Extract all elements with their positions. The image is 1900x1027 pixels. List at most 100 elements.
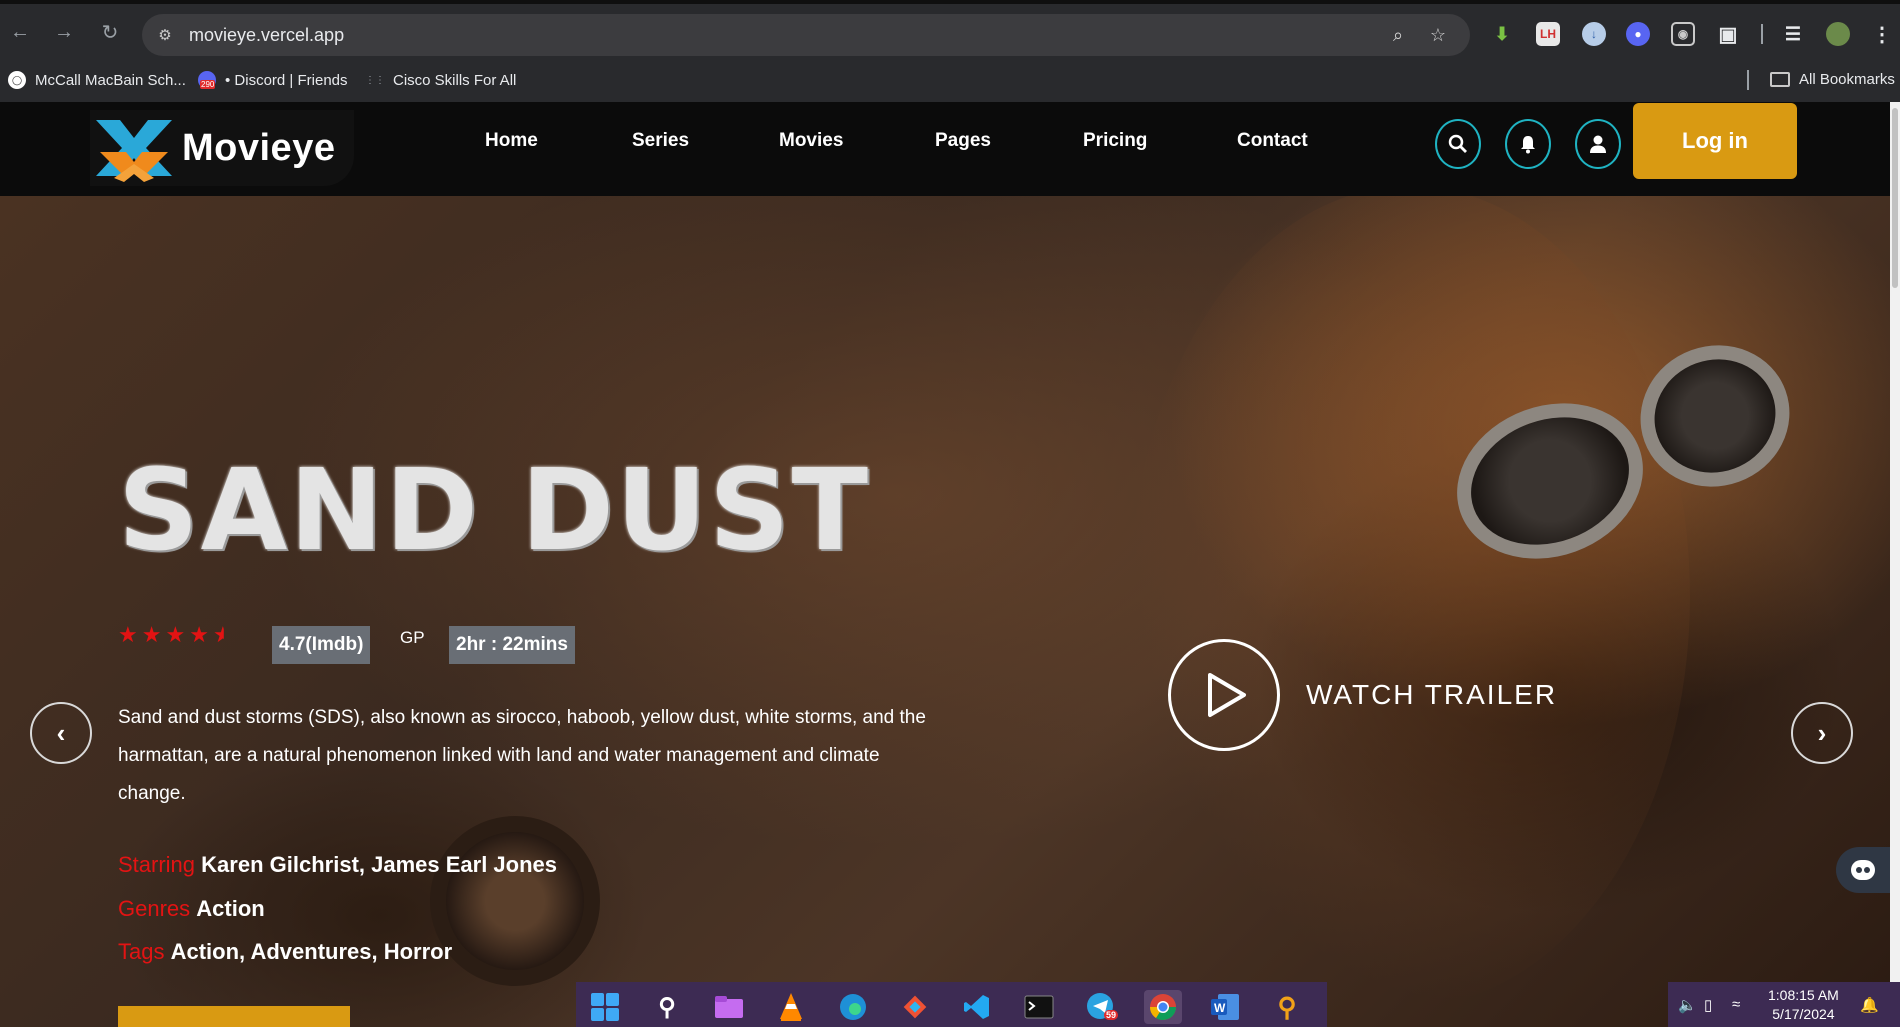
everything-search-icon[interactable]: ⚲ [1268,990,1306,1024]
toolbar-separator [1761,24,1763,44]
clock[interactable]: 1:08:15 AM 5/17/2024 [1768,986,1839,1024]
back-icon[interactable]: ← [6,18,34,46]
hero-cta-button[interactable] [118,1006,350,1027]
search-taskbar-icon[interactable]: ⚲ [648,990,686,1024]
folder-icon [1770,72,1790,87]
chevron-right-icon: › [1817,717,1827,748]
scrollbar-thumb[interactable] [1892,108,1898,288]
nav-pages[interactable]: Pages [935,130,991,152]
browser-menu-icon[interactable]: ⋮ [1870,22,1894,46]
bookmark-label: McCall MacBain Sch... [35,71,186,89]
download-manager-extension-icon[interactable]: ↓ [1582,22,1606,46]
vscode-icon[interactable] [958,990,996,1024]
reading-list-icon[interactable]: ☰ [1781,22,1805,46]
background-figure [1130,196,1690,1006]
url-text[interactable]: movieye.vercel.app [189,25,344,46]
browser-toolbar: ← → ↻ ⚙ movieye.vercel.app ⌕ ☆ ⬇ LH ↓ ● … [0,4,1900,60]
address-bar[interactable]: ⚙ movieye.vercel.app ⌕ ☆ [142,14,1470,56]
all-bookmarks-label: All Bookmarks [1799,71,1895,88]
star-rating: ★ ★ ★ ★ ★ [118,624,233,646]
star-icon: ★ [141,622,162,647]
play-trailer-button[interactable] [1168,639,1280,751]
discord-extension-icon[interactable]: ● [1626,22,1650,46]
play-icon [1208,673,1246,717]
bookmark-label: • Discord | Friends [225,71,348,89]
bookmarks-bar: ◯ McCall MacBain Sch... 290 • Discord | … [0,60,1900,102]
background-goggle-bottom [430,816,600,986]
chat-widget-button[interactable] [1836,847,1890,893]
starring-value: Karen Gilchrist, James Earl Jones [201,852,558,877]
nav-contact[interactable]: Contact [1237,130,1308,152]
notification-center-icon[interactable]: 🔔 [1860,996,1879,1014]
watch-trailer-label[interactable]: WATCH TRAILER [1306,679,1557,711]
user-icon [1590,135,1606,153]
slider-next-button[interactable]: › [1791,702,1853,764]
edge-icon[interactable] [834,990,872,1024]
bookmark-discord[interactable]: 290 • Discord | Friends [198,71,348,89]
star-icon: ★ [118,622,138,647]
bookmark-cisco[interactable]: ⋮⋮ Cisco Skills For All [365,71,517,89]
chat-bot-icon [1851,860,1875,880]
genres-label: Genres [118,896,191,921]
lighthouse-label: LH [1540,27,1556,41]
profile-avatar[interactable] [1826,22,1850,46]
imdb-badge: 4.7(Imdb) [272,626,371,664]
telegram-icon[interactable]: 59 [1082,990,1120,1024]
camera-extension-icon[interactable]: ◉ [1671,22,1695,46]
terminal-icon[interactable] [1020,990,1058,1024]
star-icon: ★ [189,622,209,647]
bookmark-label: Cisco Skills For All [393,71,517,89]
hero-banner: SAND DUST ★ ★ ★ ★ ★ 4.7(Imdb) GP 2hr : 2… [0,196,1890,1027]
tags-label: Tags [118,939,165,964]
duration-badge: 2hr : 22mins [449,626,575,664]
download-arrow-extension-icon[interactable]: ⬇ [1490,22,1514,46]
chevron-left-icon: ‹ [56,717,66,748]
word-icon[interactable]: W [1206,990,1244,1024]
site-header: Movieye Home Series Movies Pages Pricing… [0,102,1890,196]
git-tool-icon[interactable] [896,990,934,1024]
battery-icon[interactable]: ▯ [1704,996,1712,1014]
vlc-icon[interactable] [772,990,810,1024]
windows-start-icon[interactable] [586,990,624,1024]
age-rating: GP [400,628,425,647]
clock-time: 1:08:15 AM [1768,987,1839,1003]
genres-value: Action [196,896,265,921]
system-tray: 🔈 ▯ ≈ 1:08:15 AM 5/17/2024 🔔 [1668,982,1900,1027]
half-star-icon: ★ [212,622,233,647]
site-logo[interactable]: Movieye [90,110,354,186]
windows-taskbar: ⚲ 59 W ⚲ [576,982,1327,1027]
zoom-icon[interactable]: ⌕ [1387,24,1409,46]
nav-home[interactable]: Home [485,130,538,152]
all-bookmarks-button[interactable]: All Bookmarks [1770,71,1895,88]
tags-value: Action, Adventures, Horror [170,939,453,964]
bookmark-mccall[interactable]: ◯ McCall MacBain Sch... [8,71,186,89]
nav-pricing[interactable]: Pricing [1083,130,1147,152]
bookmark-star-icon[interactable]: ☆ [1427,24,1449,46]
forward-icon[interactable]: → [50,18,78,46]
search-icon [1448,134,1467,153]
movie-description: Sand and dust storms (SDS), also known a… [118,707,926,804]
telegram-badge: 59 [1104,1010,1119,1020]
nav-series[interactable]: Series [632,130,689,152]
volume-icon[interactable]: 🔈 [1678,996,1697,1014]
starring-label: Starring [118,852,196,877]
search-button[interactable] [1435,119,1481,169]
chrome-icon[interactable] [1144,990,1182,1024]
nav-movies[interactable]: Movies [779,130,843,152]
extensions-puzzle-icon[interactable]: ▣ [1716,22,1740,46]
starring-row: Starring Karen Gilchrist, James Earl Jon… [118,852,557,878]
wifi-icon[interactable]: ≈ [1732,996,1740,1013]
user-account-button[interactable] [1575,119,1621,169]
lighthouse-extension-icon[interactable]: LH [1536,22,1560,46]
slider-prev-button[interactable]: ‹ [30,702,92,764]
movie-title: SAND DUST [118,446,871,576]
discord-icon: 290 [198,71,216,89]
genres-row: Genres Action [118,896,265,922]
login-button[interactable]: Log in [1633,103,1797,179]
file-explorer-icon[interactable] [710,990,748,1024]
svg-text:W: W [1214,1001,1226,1015]
site-settings-icon[interactable]: ⚙ [154,24,176,46]
notifications-button[interactable] [1505,119,1551,169]
logo-text: Movieye [182,126,336,169]
reload-icon[interactable]: ↻ [96,18,124,46]
